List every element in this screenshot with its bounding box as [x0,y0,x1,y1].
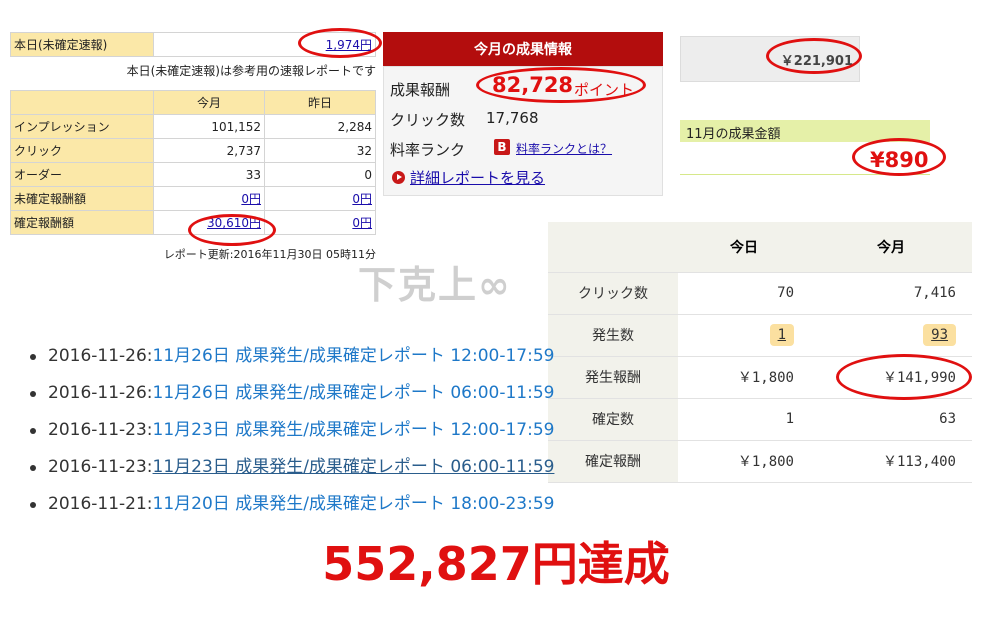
month-label: 11月の成果金額 [686,127,781,142]
report-link[interactable]: 11月23日 成果発生/成果確定レポート 06:00-11:59 [153,457,555,477]
list-item[interactable]: 2016-11-26:11月26日 成果発生/成果確定レポート 12:00-17… [30,338,554,375]
header-yesterday: 昨日 [264,90,376,115]
cell-this-month: 101,152 [153,114,265,139]
report-date: 2016-11-23: [48,420,153,440]
report-list: 2016-11-26:11月26日 成果発生/成果確定レポート 12:00-17… [30,338,554,528]
table-row: 発生数 1 93 [548,314,972,357]
cell-month: ￥113,400 [810,440,972,483]
header-blank [548,222,678,273]
preliminary-note: 本日(未確定速報)は参考用の速報レポートです [126,64,376,78]
report-link[interactable]: 11月23日 成果発生/成果確定レポート 12:00-17:59 [153,420,555,440]
cell-yesterday[interactable]: 0円 [264,186,376,211]
watermark-text: 下克上∞ [358,263,512,307]
cell-today: ￥1,800 [678,440,810,483]
header-month: 今月 [810,222,972,273]
row-label: クリック [10,138,154,163]
report-updated: レポート更新:2016年11月30日 05時11分 [163,248,376,261]
row-label: クリック数 [548,272,678,315]
list-item[interactable]: 2016-11-23:11月23日 成果発生/成果確定レポート 06:00-11… [30,449,554,486]
row-label: 発生数 [548,314,678,357]
report-date: 2016-11-26: [48,383,153,403]
cell-yesterday: 0 [264,162,376,187]
cell-this-month: 2,737 [153,138,265,163]
cell-month: 63 [810,398,972,441]
list-item[interactable]: 2016-11-23:11月23日 成果発生/成果確定レポート 12:00-17… [30,412,554,449]
play-circle-icon [392,171,405,184]
bullet-icon [30,391,36,397]
report-link[interactable]: 11月26日 成果発生/成果確定レポート 06:00-11:59 [153,383,555,403]
header-today: 今日 [678,222,810,273]
table-row: 確定数 1 63 [548,398,972,441]
row-label: インプレッション [10,114,154,139]
cell-today[interactable]: 1 [678,314,810,357]
report-link[interactable]: 11月26日 成果発生/成果確定レポート 12:00-17:59 [153,346,555,366]
panel-c-earnings: ￥221,901 11月の成果金額 ¥890 [680,36,946,186]
cell-today: 1 [678,398,810,441]
confirmed-yesterday-link[interactable]: 0円 [352,216,372,230]
report-date: 2016-11-21: [48,494,153,514]
list-item[interactable]: 2016-11-21:11月20日 成果発生/成果確定レポート 18:00-23… [30,486,554,523]
bullet-icon [30,502,36,508]
bullet-icon [30,465,36,471]
click-label: クリック数 [390,111,466,129]
cell-this-month: 33 [153,162,265,187]
row-label: オーダー [10,162,154,187]
row-label: 確定数 [548,398,678,441]
panel-b-monthly-result: 今月の成果情報 成果報酬 82,728 ポイント クリック数 17,768 料率… [383,32,663,198]
highlight-ellipse [188,214,276,246]
highlight-ellipse [766,38,862,74]
cell-today: ￥1,800 [678,356,810,399]
rank-badge: B [494,139,510,155]
bullet-icon [30,428,36,434]
cell-month: 7,416 [810,272,972,315]
achievement-caption: 552,827円達成 [322,537,670,591]
panel-b-title: 今月の成果情報 [383,32,663,66]
cell-month[interactable]: 93 [810,314,972,357]
row-label: 発生報酬 [548,356,678,399]
table-row: 確定報酬 ￥1,800 ￥113,400 [548,440,972,483]
report-link[interactable]: 11月20日 成果発生/成果確定レポート 18:00-23:59 [153,494,555,514]
cell-yesterday[interactable]: 0円 [264,210,376,235]
click-value: 17,768 [486,109,539,127]
table-row: インプレッション 101,152 2,284 [10,114,376,139]
header-this-month: 今月 [153,90,265,115]
panel-d-stats-table: 今日 今月 クリック数 70 7,416 発生数 1 93 発生報酬 ￥1,80… [548,222,972,486]
row-label: 未確定報酬額 [10,186,154,211]
today-label: 本日(未確定速報) [10,32,154,57]
cell-yesterday: 32 [264,138,376,163]
detail-report-link[interactable]: 詳細レポートを見る [410,167,545,188]
bullet-icon [30,354,36,360]
highlight-ellipse [852,138,946,176]
pending-yesterday-link[interactable]: 0円 [352,192,372,206]
report-date: 2016-11-26: [48,346,153,366]
rank-info-link[interactable]: 料率ランクとは？ [516,140,612,157]
reward-label: 成果報酬 [390,81,451,99]
list-item[interactable]: 2016-11-26:11月26日 成果発生/成果確定レポート 06:00-11… [30,375,554,412]
rank-label: 料率ランク [390,141,466,159]
pending-this-month-link[interactable]: 0円 [241,192,261,206]
highlight-ellipse [476,67,646,103]
header-blank [10,90,154,115]
highlight-ellipse [836,354,972,400]
table-row: クリック 2,737 32 [10,138,376,163]
highlight-ellipse [298,28,382,58]
report-date: 2016-11-23: [48,457,153,477]
occurrence-month-link[interactable]: 93 [923,324,956,346]
table-row: クリック数 70 7,416 [548,272,972,315]
cell-this-month[interactable]: 0円 [153,186,265,211]
panel-a-daily-stats: 本日(未確定速報) 1,974円 本日(未確定速報)は参考用の速報レポートです … [10,28,382,272]
table-row: オーダー 33 0 [10,162,376,187]
cell-yesterday: 2,284 [264,114,376,139]
table-row: 未確定報酬額 0円 0円 [10,186,376,211]
row-label: 確定報酬 [548,440,678,483]
occurrence-today-link[interactable]: 1 [769,324,794,346]
cell-today: 70 [678,272,810,315]
row-label: 確定報酬額 [10,210,154,235]
